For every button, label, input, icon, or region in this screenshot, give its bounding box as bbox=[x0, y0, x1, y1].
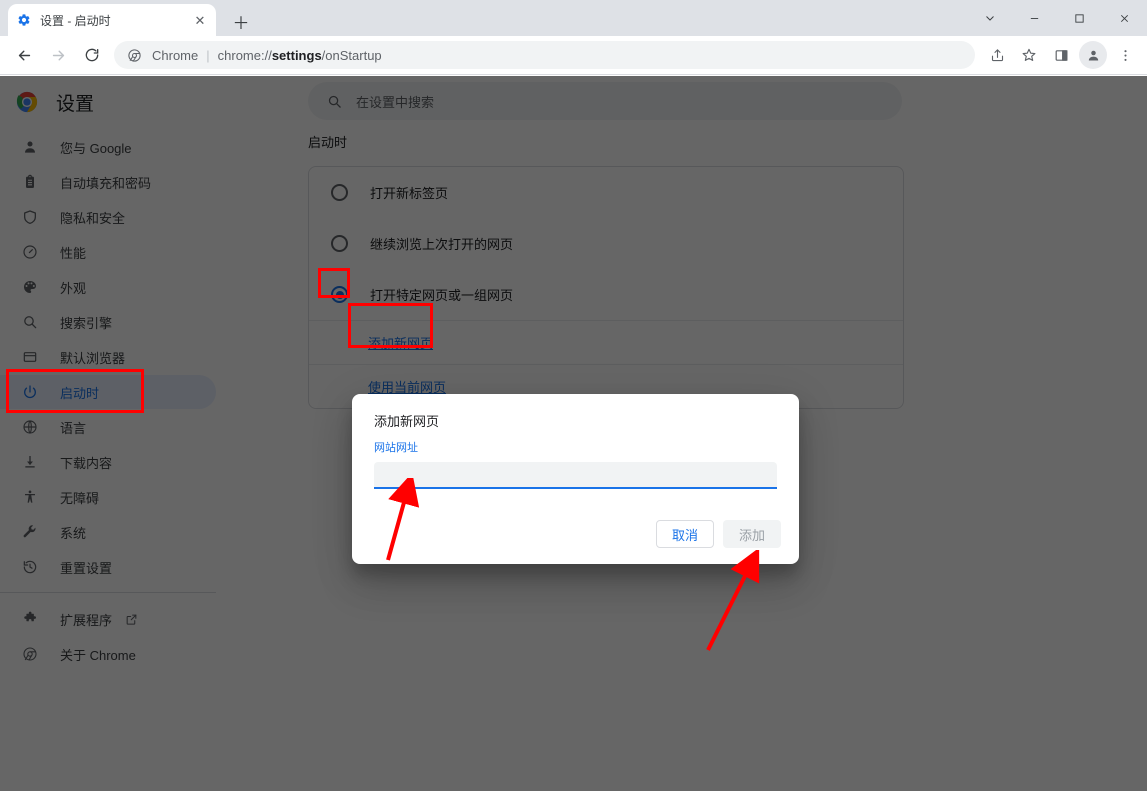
site-url-input[interactable] bbox=[374, 462, 777, 489]
menu-dots-icon[interactable] bbox=[1111, 41, 1139, 69]
dialog-field: 网站网址 bbox=[352, 430, 799, 489]
share-icon[interactable] bbox=[983, 41, 1011, 69]
omnibox-chip-label: Chrome bbox=[152, 47, 199, 63]
url-scheme: chrome:// bbox=[217, 47, 272, 63]
close-icon[interactable]: ✕ bbox=[192, 12, 208, 28]
tab-title: 设置 - 启动时 bbox=[40, 13, 111, 28]
site-url-label: 网站网址 bbox=[374, 442, 418, 454]
reload-icon[interactable] bbox=[78, 41, 106, 69]
cancel-button[interactable]: 取消 bbox=[655, 520, 714, 548]
minimize-icon[interactable] bbox=[1012, 0, 1057, 36]
profile-avatar-icon[interactable] bbox=[1079, 41, 1107, 69]
maximize-icon[interactable] bbox=[1057, 0, 1102, 36]
close-window-icon[interactable] bbox=[1102, 0, 1147, 36]
bookmark-star-icon[interactable] bbox=[1015, 41, 1043, 69]
add-button: 添加 bbox=[722, 520, 781, 548]
chrome-ring-icon bbox=[126, 47, 142, 63]
dialog-title: 添加新网页 bbox=[374, 414, 440, 429]
url-tail: /onStartup bbox=[321, 47, 382, 63]
new-tab-button[interactable]: ＋ bbox=[228, 8, 254, 34]
omnibox-separator: | bbox=[206, 47, 210, 63]
window-controls bbox=[967, 0, 1147, 36]
side-panel-icon[interactable] bbox=[1047, 41, 1075, 69]
browser-window: 设置 - 启动时 ✕ ＋ Chrome | chrome://settings/… bbox=[0, 0, 1147, 791]
address-bar[interactable]: Chrome | chrome://settings/onStartup bbox=[114, 41, 975, 69]
forward-arrow-icon bbox=[44, 41, 72, 69]
chevron-down-icon[interactable] bbox=[967, 0, 1012, 36]
add-new-page-dialog: 添加新网页 网站网址 取消 添加 bbox=[352, 394, 799, 564]
url-bold-part: settings bbox=[271, 47, 322, 63]
tab-strip: 设置 - 启动时 ✕ ＋ bbox=[0, 0, 1147, 36]
gear-icon bbox=[16, 12, 32, 28]
back-arrow-icon[interactable] bbox=[10, 41, 38, 69]
omnibox-url: chrome://settings/onStartup bbox=[218, 48, 382, 63]
browser-tab[interactable]: 设置 - 启动时 ✕ bbox=[8, 4, 216, 36]
settings-page: 设置 在设置中搜索 您与 Google 自动填充和密码 bbox=[0, 76, 1147, 791]
dialog-actions: 取消 添加 bbox=[655, 520, 781, 548]
browser-toolbar: Chrome | chrome://settings/onStartup bbox=[0, 36, 1147, 75]
